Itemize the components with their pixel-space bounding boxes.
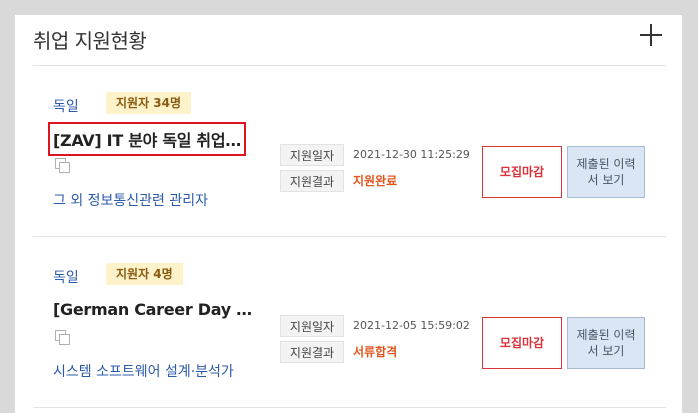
application-card: 독일 지원자 4명 [German Career Day … 시스템 소프트웨어… <box>33 237 666 407</box>
apply-date-label: 지원일자 <box>280 144 344 166</box>
plus-icon[interactable] <box>640 24 662 46</box>
apply-date-value: 2021-12-30 11:25:29 <box>353 148 470 161</box>
applicants-badge: 지원자 34명 <box>106 92 192 114</box>
copy-icon[interactable] <box>55 330 70 345</box>
application-status-panel: 취업 지원현황 독일 지원자 34명 [ZAV] IT 분야 독일 취업… 그 … <box>15 15 682 413</box>
apply-result-value: 서류합격 <box>353 345 398 359</box>
panel-title: 취업 지원현황 <box>33 29 147 53</box>
apply-date-value: 2021-12-05 15:59:02 <box>353 319 470 332</box>
applicants-badge: 지원자 4명 <box>106 263 183 285</box>
view-resume-button[interactable]: 제출된 이력서 보기 <box>567 317 645 369</box>
job-field-link[interactable]: 그 외 정보통신관련 관리자 <box>53 190 208 210</box>
application-card: 독일 지원자 34명 [ZAV] IT 분야 독일 취업… 그 외 정보통신관련… <box>33 66 666 236</box>
divider <box>33 407 666 408</box>
apply-date-label: 지원일자 <box>280 315 344 337</box>
country-link[interactable]: 독일 <box>53 96 79 116</box>
apply-result-value: 지원완료 <box>353 174 398 188</box>
apply-result-label: 지원결과 <box>280 170 344 192</box>
view-resume-button[interactable]: 제출된 이력서 보기 <box>567 146 645 198</box>
job-title-link[interactable]: [German Career Day … <box>53 300 252 319</box>
recruitment-closed-button[interactable]: 모집마감 <box>482 146 562 198</box>
job-title-link[interactable]: [ZAV] IT 분야 독일 취업… <box>48 122 246 156</box>
country-link[interactable]: 독일 <box>53 267 79 287</box>
recruitment-closed-button[interactable]: 모집마감 <box>482 317 562 369</box>
apply-result-label: 지원결과 <box>280 341 344 363</box>
copy-icon[interactable] <box>55 158 70 173</box>
job-field-link[interactable]: 시스템 소프트웨어 설계·분석가 <box>53 361 234 381</box>
